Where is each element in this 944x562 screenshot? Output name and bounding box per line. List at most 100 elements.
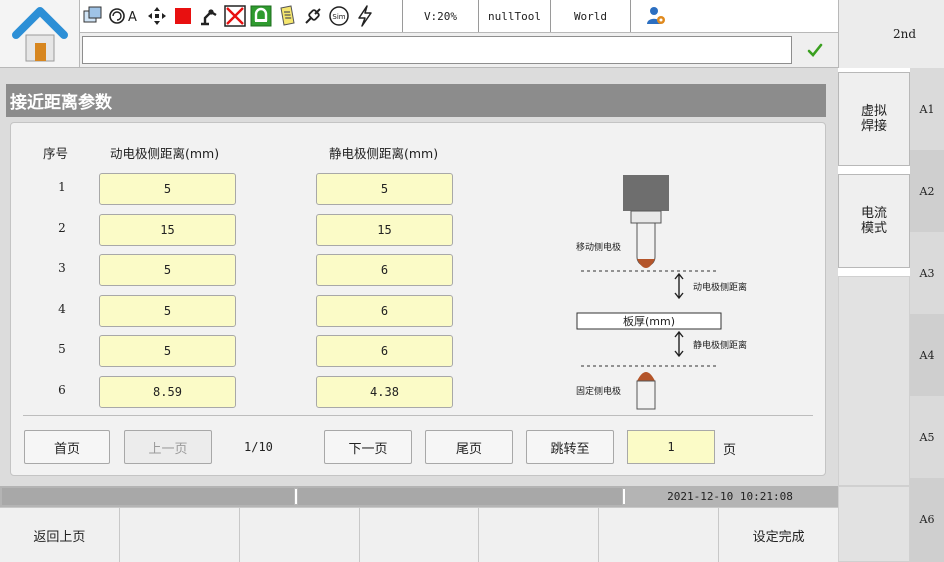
side-key-a1[interactable]: A1 (910, 68, 944, 150)
side-key-a6[interactable]: A6 (910, 478, 944, 560)
plate-thickness-label: 板厚(mm) (623, 314, 675, 328)
function-key-bar: 返回上页 设定完成 (0, 507, 839, 562)
side-key-a2[interactable]: A2 (910, 150, 944, 232)
command-input[interactable] (82, 36, 792, 64)
no-motion-icon[interactable] (222, 0, 248, 32)
toolbar: A Sim V:20% nullTool World (80, 0, 838, 33)
fixed-electrode-label: 固定侧电极 (576, 385, 621, 397)
servo-icon[interactable] (248, 0, 274, 32)
status-segment (298, 488, 622, 505)
virtual-welding-label-2: 焊接 (860, 119, 887, 134)
main-panel: 接近距离参数 序号 动电极侧距离(mm) 静电极侧距离(mm) 1 5 5 2 … (0, 68, 838, 486)
last-page-button[interactable]: 尾页 (425, 430, 513, 464)
side-panel-empty-bottom (838, 486, 910, 562)
moving-distance-field[interactable]: 5 (99, 173, 236, 205)
coordinate-status[interactable]: World (550, 0, 630, 32)
row-index: 6 (58, 383, 66, 397)
side-panel-empty (838, 276, 910, 486)
jump-page-input[interactable]: 1 (627, 430, 715, 464)
electrode-distance-diagram: 移动侧电极 动电极侧距离 板厚(mm) 静电极侧距离 固定侧电极 (576, 175, 747, 410)
page-indicator: 1/10 (244, 440, 273, 454)
function-key-6[interactable] (599, 507, 720, 562)
moving-electrode-tip (637, 259, 655, 268)
moving-distance-field[interactable]: 15 (99, 214, 236, 246)
row-index: 2 (58, 221, 66, 235)
fixed-distance-field[interactable]: 6 (316, 295, 453, 327)
moving-distance-field[interactable]: 5 (99, 254, 236, 286)
plug-icon[interactable] (300, 0, 326, 32)
fixed-distance-field[interactable]: 6 (316, 335, 453, 367)
fixed-distance-label: 静电极侧距离 (693, 339, 747, 351)
status-segment (2, 488, 294, 505)
fixed-distance-field[interactable]: 4.38 (316, 376, 453, 408)
row-index: 1 (58, 180, 66, 194)
fixed-distance-field[interactable]: 5 (316, 173, 453, 205)
function-key-4[interactable] (359, 507, 480, 562)
fixed-distance-arrow (674, 330, 684, 358)
moving-distance-label: 动电极侧距离 (693, 281, 747, 293)
index-column-header: 序号 (43, 146, 69, 161)
command-row (80, 33, 838, 68)
side-key-a4[interactable]: A4 (910, 314, 944, 396)
finish-settings-button[interactable]: 设定完成 (719, 507, 839, 562)
status-bar: 2021-12-10 10:21:08 (0, 486, 838, 507)
moving-distance-field[interactable]: 5 (99, 335, 236, 367)
parameter-content: 序号 动电极侧距离(mm) 静电极侧距离(mm) 1 5 5 2 15 15 3… (10, 122, 826, 476)
second-function-key[interactable]: 2nd (838, 0, 944, 68)
rotation-a-icon[interactable]: A (106, 0, 144, 32)
row-index: 4 (58, 302, 66, 316)
page-title: 接近距离参数 (6, 84, 826, 117)
next-page-button[interactable]: 下一页 (324, 430, 412, 464)
function-key-2[interactable] (119, 507, 240, 562)
check-icon (807, 43, 823, 57)
teach-pendant-icon[interactable] (274, 0, 300, 32)
function-key-3[interactable] (239, 507, 360, 562)
moving-distance-arrow (674, 272, 684, 300)
stop-icon[interactable] (170, 0, 196, 32)
user-settings-icon (646, 7, 665, 24)
fixed-electrode-shaft (636, 380, 656, 410)
fixed-distance-column-header: 静电极侧距离(mm) (329, 146, 439, 161)
current-mode-tab[interactable]: 电流 模式 (838, 174, 910, 268)
user-status[interactable] (630, 0, 680, 32)
moving-electrode-collar (630, 210, 662, 224)
sim-label: Sim (332, 13, 345, 21)
moving-distance-field[interactable]: 5 (99, 295, 236, 327)
current-mode-label-1: 电流 (860, 206, 887, 221)
windows-icon[interactable] (80, 0, 106, 32)
status-separator (295, 489, 297, 504)
moving-electrode-holder (623, 175, 669, 211)
page-unit-label: 页 (723, 443, 737, 458)
divider (23, 415, 813, 416)
back-button[interactable]: 返回上页 (0, 507, 120, 562)
fixed-distance-field[interactable]: 6 (316, 254, 453, 286)
fixed-electrode-tip (637, 372, 655, 381)
jump-to-button[interactable]: 跳转至 (526, 430, 614, 464)
moving-electrode-label: 移动侧电极 (576, 241, 621, 253)
sim-icon[interactable]: Sim (326, 0, 352, 32)
power-bolt-icon[interactable] (352, 0, 378, 32)
datetime-display: 2021-12-10 10:21:08 (667, 490, 793, 503)
robot-arm-icon[interactable] (196, 0, 222, 32)
previous-page-button[interactable]: 上一页 (124, 430, 212, 464)
confirm-button[interactable] (794, 36, 836, 64)
side-key-a3[interactable]: A3 (910, 232, 944, 314)
row-index: 5 (58, 342, 66, 356)
home-icon (11, 6, 68, 61)
move-arrows-icon[interactable] (144, 0, 170, 32)
home-button[interactable] (0, 0, 80, 68)
speed-status[interactable]: V:20% (402, 0, 478, 32)
current-mode-label-2: 模式 (860, 221, 887, 236)
first-page-button[interactable]: 首页 (24, 430, 110, 464)
side-key-a5[interactable]: A5 (910, 396, 944, 478)
function-key-5[interactable] (479, 507, 600, 562)
virtual-welding-label-1: 虚拟 (860, 104, 887, 119)
fixed-distance-field[interactable]: 15 (316, 214, 453, 246)
svg-text:A: A (128, 10, 137, 25)
moving-distance-column-header: 动电极侧距离(mm) (110, 146, 220, 161)
moving-distance-field[interactable]: 8.59 (99, 376, 236, 408)
tool-status[interactable]: nullTool (478, 0, 550, 32)
row-index: 3 (58, 261, 66, 275)
virtual-welding-tab[interactable]: 虚拟 焊接 (838, 72, 910, 166)
